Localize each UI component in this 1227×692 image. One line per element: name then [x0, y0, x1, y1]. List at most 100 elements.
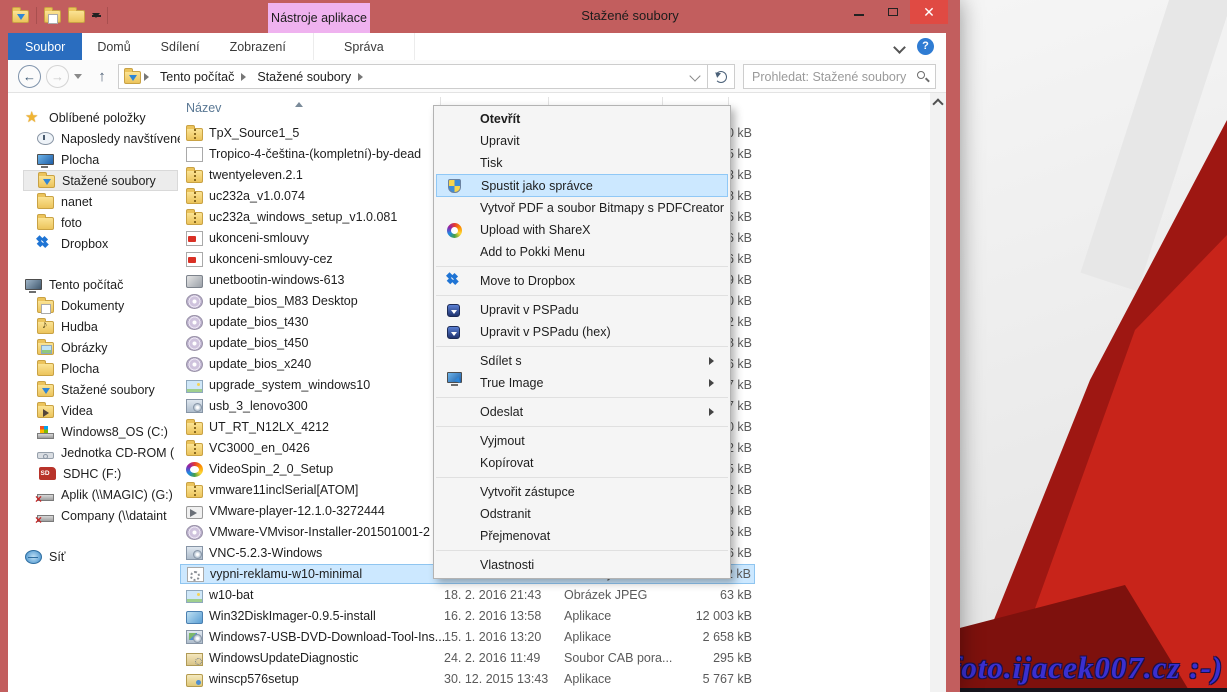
sidebar-item-nanet[interactable]: nanet — [8, 191, 180, 212]
sidebar-item-obr-zky[interactable]: Obrázky — [8, 337, 180, 358]
menu-item-tisk[interactable]: Tisk — [434, 152, 730, 174]
sidebar-item-label: Stažené soubory — [62, 174, 156, 188]
menu-item-upload-with-sharex[interactable]: Upload with ShareX — [434, 219, 730, 241]
file-row[interactable]: WindowsUpdateDiagnostic24. 2. 2016 11:49… — [180, 648, 755, 668]
menu-item-add-to-pokki-menu[interactable]: Add to Pokki Menu — [434, 241, 730, 263]
menu-item-upravit-v-pspadu-hex-[interactable]: Upravit v PSPadu (hex) — [434, 321, 730, 343]
menu-separator — [436, 295, 728, 296]
sidebar-item-sdhc-f-[interactable]: SDHC (F:) — [8, 463, 180, 484]
menu-item-upravit[interactable]: Upravit — [434, 130, 730, 152]
vertical-scrollbar[interactable] — [930, 93, 946, 692]
file-row[interactable]: Windows7-USB-DVD-Download-Tool-Ins...15.… — [180, 627, 755, 647]
search-input[interactable]: Prohledat: Stažené soubory — [743, 64, 936, 89]
menu-item-true-image[interactable]: True Image — [434, 372, 730, 394]
file-row[interactable]: Win32DiskImager-0.9.5-install16. 2. 2016… — [180, 606, 755, 626]
tab-sdílení[interactable]: Sdílení — [146, 33, 215, 60]
netdrive-icon — [37, 494, 54, 501]
menu-item-vytvo-pdf-a-soubor-bitmapy-s-pdfcreator[interactable]: Vytvoř PDF a soubor Bitmapy s PDFCreator — [434, 197, 730, 219]
sidebar-group-obl-ben-polo-ky[interactable]: Oblíbené položky — [8, 107, 180, 128]
sidebar-item-label: Videa — [61, 404, 93, 418]
menu-item-vlastnosti[interactable]: Vlastnosti — [434, 554, 730, 576]
menu-item-vyjmout[interactable]: Vyjmout — [434, 430, 730, 452]
sidebar-item-plocha[interactable]: Plocha — [8, 358, 180, 379]
menu-item-label: Vytvořit zástupce — [480, 485, 575, 499]
back-button[interactable]: ← — [18, 65, 41, 88]
menu-item-label: Upload with ShareX — [480, 223, 590, 237]
menu-item-label: Spustit jako správce — [481, 179, 593, 193]
help-icon[interactable]: ? — [917, 38, 934, 55]
tab-soubor[interactable]: Soubor — [8, 33, 82, 60]
breadcrumb: Tento počítač Stažené soubory — [156, 70, 370, 84]
sidebar-item-windows8-os-c-[interactable]: Windows8_OS (C:) — [8, 421, 180, 442]
sidebar-group-s-[interactable]: Síť — [8, 546, 180, 567]
tab-správa[interactable]: Správa — [313, 33, 415, 60]
file-size: 295 kB — [713, 651, 752, 665]
photo-watermark: foto.ijacek007.cz :-) — [950, 650, 1225, 686]
sidebar-item-company-dataint[interactable]: Company (\\dataint — [8, 505, 180, 526]
new-folder-icon[interactable] — [68, 10, 85, 23]
window-icon[interactable] — [12, 10, 29, 23]
properties-icon[interactable] — [44, 10, 61, 23]
window-buttons: ✕ — [842, 0, 948, 24]
breadcrumb-chevron-icon[interactable] — [241, 73, 250, 81]
menu-item-p-ejmenovat[interactable]: Přejmenovat — [434, 525, 730, 547]
sidebar-item-dropbox[interactable]: Dropbox — [8, 233, 180, 254]
trueimage-icon — [447, 372, 462, 383]
sidebar-item-plocha[interactable]: Plocha — [8, 149, 180, 170]
tab-domů[interactable]: Domů — [82, 33, 145, 60]
close-button[interactable]: ✕ — [910, 0, 948, 24]
address-dropdown-caret[interactable] — [689, 70, 700, 81]
menu-item-spustit-jako-spr-vce[interactable]: Spustit jako správce — [436, 174, 728, 197]
sidebar-item-sta-en-soubory[interactable]: Stažené soubory — [23, 170, 178, 191]
menu-item-label: Otevřít — [480, 112, 520, 126]
quick-access-toolbar — [12, 7, 108, 24]
navigation-pane: Oblíbené položkyNaposledy navštívenéPloc… — [8, 107, 180, 587]
up-button[interactable]: ↑ — [92, 65, 112, 88]
minimize-button[interactable] — [842, 0, 876, 24]
customize-toolbar-caret[interactable] — [92, 13, 100, 22]
installer-icon — [186, 399, 203, 413]
sidebar-item-dokumenty[interactable]: Dokumenty — [8, 295, 180, 316]
menu-item-sd-let-s[interactable]: Sdílet s — [434, 350, 730, 372]
menu-item-move-to-dropbox[interactable]: Move to Dropbox — [434, 270, 730, 292]
tab-zobrazení[interactable]: Zobrazení — [215, 33, 301, 60]
cdrom-icon — [37, 452, 54, 459]
file-row[interactable]: winscp576setup30. 12. 2015 13:43Aplikace… — [180, 669, 755, 689]
sidebar-item-videa[interactable]: Videa — [8, 400, 180, 421]
sidebar-group-tento-po-ta-[interactable]: Tento počítač — [8, 274, 180, 295]
maximize-button[interactable] — [876, 0, 910, 24]
desktop-icon — [37, 154, 54, 165]
sidebar-item-label: Síť — [49, 550, 66, 564]
history-dropdown-caret[interactable] — [74, 74, 82, 83]
breadcrumb-chevron-icon[interactable] — [358, 73, 367, 81]
menu-item-vytvo-it-z-stupce[interactable]: Vytvořit zástupce — [434, 481, 730, 503]
sidebar-item-foto[interactable]: foto — [8, 212, 180, 233]
forward-button[interactable]: → — [46, 65, 69, 88]
scroll-up-icon[interactable] — [932, 98, 943, 109]
breadcrumb-item[interactable]: Stažené soubory — [253, 70, 355, 84]
sidebar-item-sta-en-soubory[interactable]: Stažené soubory — [8, 379, 180, 400]
disc-icon — [186, 525, 203, 540]
menu-item-odeslat[interactable]: Odeslat — [434, 401, 730, 423]
sd-icon — [39, 467, 56, 480]
sidebar-item-aplik-magic-g-[interactable]: Aplik (\\MAGIC) (G:) — [8, 484, 180, 505]
sidebar-item-label: Dropbox — [61, 237, 108, 251]
zip-icon — [186, 422, 203, 435]
menu-item-upravit-v-pspadu[interactable]: Upravit v PSPadu — [434, 299, 730, 321]
file-size: 5 767 kB — [703, 672, 752, 686]
menu-item-kop-rovat[interactable]: Kopírovat — [434, 452, 730, 474]
refresh-button[interactable] — [707, 64, 735, 89]
dropbox-icon — [447, 274, 464, 288]
menu-item-odstranit[interactable]: Odstranit — [434, 503, 730, 525]
submenu-arrow-icon — [709, 408, 718, 416]
file-row[interactable]: w10-bat18. 2. 2016 21:43Obrázek JPEG63 k… — [180, 585, 755, 605]
breadcrumb-item[interactable]: Tento počítač — [156, 70, 238, 84]
menu-item-otev-t[interactable]: Otevřít — [434, 108, 730, 130]
sidebar-item-hudba[interactable]: Hudba — [8, 316, 180, 337]
sidebar-item-naposledy-nav-t-ven-[interactable]: Naposledy navštívené — [8, 128, 180, 149]
address-bar[interactable]: Tento počítač Stažené soubory — [118, 64, 708, 89]
disc-icon — [186, 357, 203, 372]
file-date-modified: 24. 2. 2016 11:49 — [444, 651, 540, 665]
script-icon — [187, 567, 204, 582]
sidebar-item-jednotka-cd-rom-[interactable]: Jednotka CD-ROM ( — [8, 442, 180, 463]
